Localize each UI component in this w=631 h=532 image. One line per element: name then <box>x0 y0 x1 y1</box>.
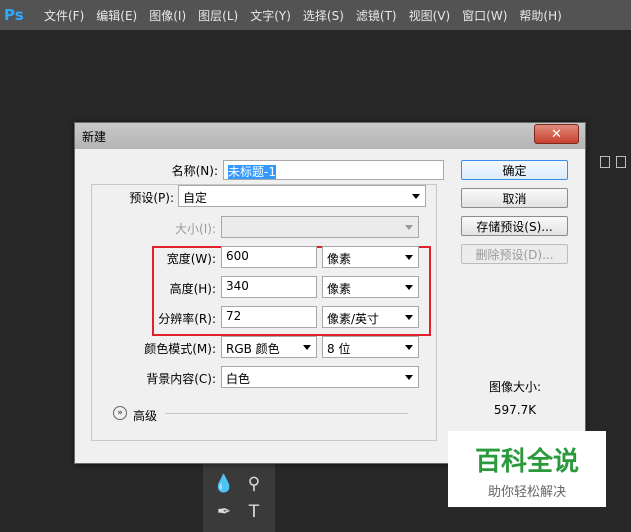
resolution-unit-select[interactable]: 像素/英寸 <box>322 306 419 328</box>
width-unit-select[interactable]: 像素 <box>322 246 419 268</box>
menu-layer[interactable]: 图层(L) <box>198 7 238 24</box>
delete-preset-button: 删除预设(D)... <box>461 244 568 264</box>
background-label: 背景内容(C): <box>146 372 216 386</box>
pen-tool-icon[interactable]: ✒ <box>211 499 237 525</box>
chevron-down-icon <box>405 345 413 350</box>
menu-filter[interactable]: 滤镜(T) <box>356 7 397 24</box>
watermark-title: 百科全说 <box>474 447 579 477</box>
bit-depth-select[interactable]: 8 位 <box>322 336 419 358</box>
preset-select[interactable]: 自定 <box>178 185 426 207</box>
menu-select[interactable]: 选择(S) <box>303 7 344 24</box>
menu-edit[interactable]: 编辑(E) <box>96 7 137 24</box>
resolution-unit-value: 像素/英寸 <box>327 312 380 326</box>
name-input-value: 未标题-1 <box>228 165 276 179</box>
color-mode-label: 颜色模式(M): <box>144 342 216 356</box>
name-label: 名称(N): <box>171 164 218 178</box>
image-size-label: 图像大小: <box>488 380 542 394</box>
blur-tool-icon[interactable]: 💧 <box>211 471 237 497</box>
width-unit-value: 像素 <box>327 252 352 266</box>
image-size-value: 597.7K <box>493 403 537 417</box>
watermark-logo: 百科全说 助你轻松解决 <box>448 431 606 507</box>
background-select[interactable]: 白色 <box>221 366 419 388</box>
background-value: 白色 <box>226 372 251 386</box>
watermark-subtitle: 助你轻松解决 <box>487 485 566 500</box>
menu-bar: Ps 文件(F) 编辑(E) 图像(I) 图层(L) 文字(Y) 选择(S) 滤… <box>0 0 631 30</box>
chevron-down-icon <box>412 194 420 199</box>
chevron-down-icon <box>405 315 413 320</box>
color-mode-select[interactable]: RGB 颜色 <box>221 336 317 358</box>
preset-value: 自定 <box>183 191 208 205</box>
panel-icon[interactable] <box>600 156 610 168</box>
panel-collapse-icons[interactable] <box>600 156 631 170</box>
chevron-down-icon <box>405 225 413 230</box>
bit-depth-value: 8 位 <box>327 342 351 356</box>
size-label: 大小(I): <box>175 222 216 236</box>
chevron-down-icon <box>405 285 413 290</box>
preset-label: 预设(P): <box>129 191 174 205</box>
name-input[interactable]: 未标题-1 <box>223 160 444 180</box>
width-label: 宽度(W): <box>166 252 216 266</box>
photoshop-logo: Ps <box>4 6 24 24</box>
height-label: 高度(H): <box>169 282 216 296</box>
close-icon: ✕ <box>551 126 562 142</box>
expand-advanced-icon[interactable]: » <box>113 406 127 420</box>
height-unit-value: 像素 <box>327 282 352 296</box>
dodge-tool-icon[interactable]: ⚲ <box>241 471 267 497</box>
chevron-down-icon <box>303 345 311 350</box>
chevron-down-icon <box>405 375 413 380</box>
chevron-down-icon <box>405 255 413 260</box>
size-select <box>221 216 419 238</box>
close-button[interactable]: ✕ <box>534 124 579 144</box>
menu-view[interactable]: 视图(V) <box>409 7 451 24</box>
ok-button[interactable]: 确定 <box>461 160 568 180</box>
width-input[interactable]: 600 <box>221 246 317 268</box>
dialog-title: 新建 <box>82 130 107 144</box>
menu-file[interactable]: 文件(F) <box>44 7 84 24</box>
height-unit-select[interactable]: 像素 <box>322 276 419 298</box>
height-input[interactable]: 340 <box>221 276 317 298</box>
resolution-input[interactable]: 72 <box>221 306 317 328</box>
advanced-divider <box>165 413 408 414</box>
advanced-label[interactable]: 高级 <box>133 407 157 424</box>
color-mode-value: RGB 颜色 <box>226 342 280 356</box>
menu-type[interactable]: 文字(Y) <box>250 7 291 24</box>
menu-image[interactable]: 图像(I) <box>149 7 186 24</box>
resolution-label: 分辨率(R): <box>158 312 216 326</box>
menu-help[interactable]: 帮助(H) <box>519 7 561 24</box>
menu-window[interactable]: 窗口(W) <box>462 7 507 24</box>
dialog-titlebar[interactable]: 新建 ✕ <box>75 123 585 149</box>
type-tool-icon[interactable]: T <box>241 499 267 525</box>
toolbox: 💧 ⚲ ✒ T <box>203 463 275 532</box>
cancel-button[interactable]: 取消 <box>461 188 568 208</box>
save-preset-button[interactable]: 存储预设(S)... <box>461 216 568 236</box>
panel-icon[interactable] <box>616 156 626 168</box>
